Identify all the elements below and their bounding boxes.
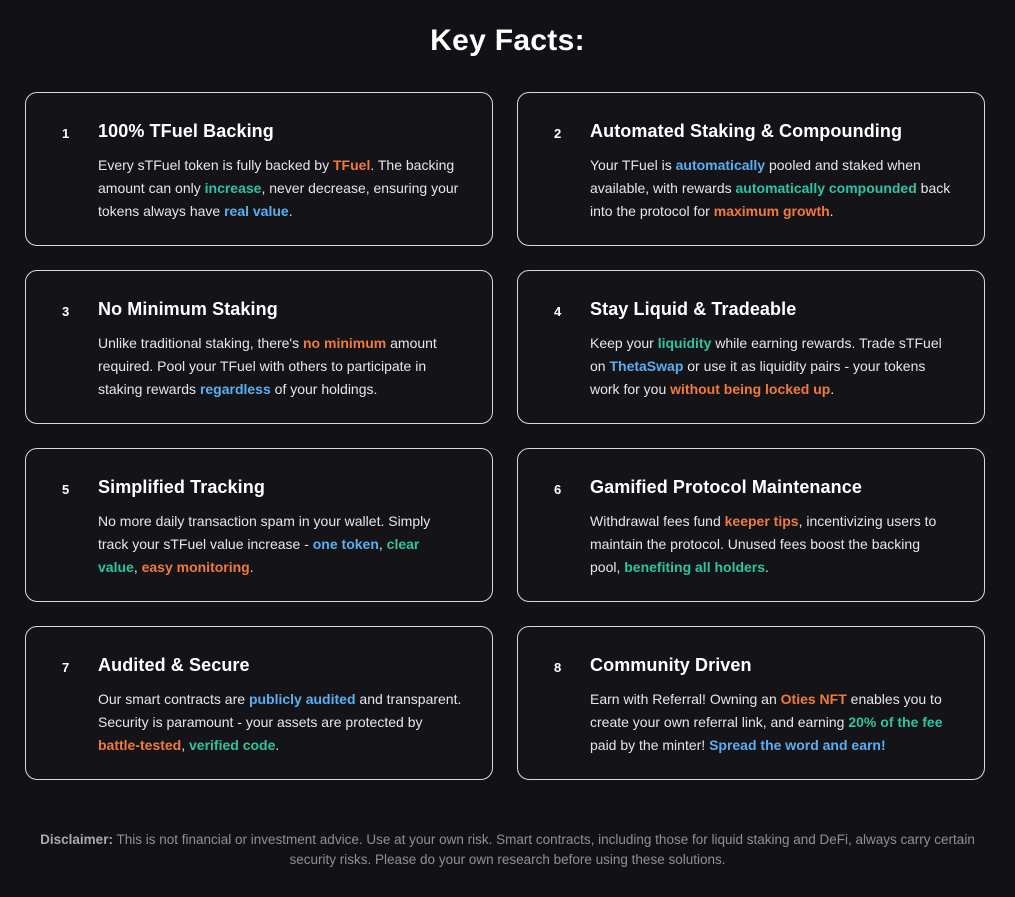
fact-card: 7 Audited & Secure Our smart contracts are… <box>25 626 493 780</box>
facts-grid: 1 100% TFuel Backing Every sTFuel token is… <box>25 92 985 780</box>
disclaimer-label: Disclaimer: <box>40 832 113 847</box>
fact-card: 1 100% TFuel Backing Every sTFuel token is… <box>25 92 493 246</box>
highlight-text: without being locked up <box>670 381 831 397</box>
fact-card: 6 Gamified Protocol Maintenance Withdrawal… <box>517 448 985 602</box>
highlight-text: one token <box>312 536 379 552</box>
fact-number: 3 <box>62 304 70 319</box>
highlight-text: 20% of the fee <box>848 714 943 730</box>
fact-title: Audited & Secure <box>98 655 250 675</box>
highlight-text: regardless <box>199 381 271 397</box>
page-title: Key Facts: <box>430 24 585 57</box>
highlight-text: battle-tested <box>98 737 182 753</box>
highlight-text: easy monitoring <box>141 559 250 575</box>
description-text: Withdrawal fees fund <box>590 513 725 529</box>
highlight-text: verified code <box>189 737 276 753</box>
fact-title: Simplified Tracking <box>98 477 265 497</box>
fact-description: Keep your liquidity while earning reward… <box>590 332 954 401</box>
fact-title: No Minimum Staking <box>98 299 278 319</box>
fact-number: 1 <box>62 126 70 141</box>
description-text: . <box>765 559 769 575</box>
highlight-text: automatically <box>675 157 766 173</box>
highlight-text: increase <box>204 180 262 196</box>
description-text: Earn with Referral! Owning an <box>590 691 781 707</box>
highlight-text: automatically compounded <box>735 180 917 196</box>
description-text: paid by the minter! <box>590 737 710 753</box>
highlight-text: maximum growth <box>713 203 830 219</box>
fact-description: Earn with Referral! Owning an Oties NFT … <box>590 688 954 757</box>
fact-title: Gamified Protocol Maintenance <box>590 477 862 497</box>
description-text: Your TFuel is <box>590 157 676 173</box>
description-text: . <box>830 381 835 397</box>
fact-description: No more daily transaction spam in your w… <box>98 510 462 579</box>
fact-title: 100% TFuel Backing <box>98 121 274 141</box>
description-text: . <box>275 737 280 753</box>
description-text: , <box>181 737 190 753</box>
fact-card: 2 Automated Staking & Compounding Your TFu… <box>517 92 985 246</box>
description-text: , <box>378 536 387 552</box>
fact-number: 8 <box>554 660 562 675</box>
fact-number: 4 <box>554 304 562 319</box>
fact-number: 6 <box>554 482 562 497</box>
fact-card: 5 Simplified Tracking No more daily transa… <box>25 448 493 602</box>
fact-title: Stay Liquid & Tradeable <box>590 299 797 319</box>
fact-description: Withdrawal fees fund keeper tips, incent… <box>590 510 954 579</box>
description-text: Unlike traditional staking, there's <box>98 335 303 351</box>
description-text: of your holdings. <box>270 381 378 397</box>
fact-title: Community Driven <box>590 655 752 675</box>
fact-description: Every sTFuel token is fully backed by TF… <box>98 154 462 223</box>
highlight-text: Spread the word and earn! <box>709 737 886 753</box>
fact-number: 2 <box>554 126 562 141</box>
description-text: . <box>288 203 293 219</box>
highlight-text: ThetaSwap <box>609 358 684 374</box>
description-text: Our smart contracts are <box>98 691 249 707</box>
fact-title: Automated Staking & Compounding <box>590 121 903 141</box>
fact-card: 8 Community Driven Earn with Referral! Own… <box>517 626 985 780</box>
highlight-text: real value <box>224 203 289 219</box>
fact-description: Your TFuel is automatically pooled and s… <box>590 154 954 223</box>
fact-number: 7 <box>62 660 70 675</box>
disclaimer-text: This is not financial or investment advi… <box>112 832 975 867</box>
highlight-text: TFuel <box>333 157 371 173</box>
description-text: Keep your <box>590 335 658 351</box>
highlight-text: benefiting all holders <box>624 559 766 575</box>
description-text: . <box>829 203 834 219</box>
highlight-text: publicly audited <box>248 691 356 707</box>
disclaimer: Disclaimer: This is not financial or inv… <box>20 830 995 870</box>
fact-card: 3 No Minimum Staking Unlike traditional st… <box>25 270 493 424</box>
description-text: Every sTFuel token is fully backed by <box>98 157 333 173</box>
fact-card: 4 Stay Liquid & Tradeable Keep your liquid… <box>517 270 985 424</box>
highlight-text: liquidity <box>657 335 712 351</box>
fact-description: Our smart contracts are publicly audited… <box>98 688 462 757</box>
description-text: , <box>133 559 142 575</box>
fact-description: Unlike traditional staking, there's no m… <box>98 332 462 401</box>
highlight-text: Oties NFT <box>780 691 847 707</box>
description-text: . <box>249 559 254 575</box>
highlight-text: no minimum <box>303 335 387 351</box>
fact-number: 5 <box>62 482 70 497</box>
highlight-text: keeper tips <box>724 513 799 529</box>
key-facts-page: Key Facts: 1 100% TFuel Backing Every sTFu… <box>0 0 1015 897</box>
